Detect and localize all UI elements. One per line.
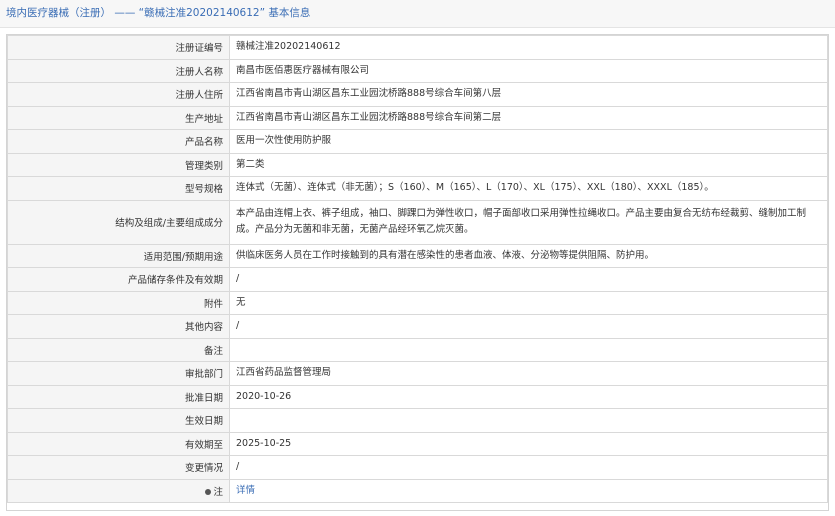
row-value-effective-date (229, 408, 828, 433)
detail-panel: 注册证编号 赣械注准20202140612 注册人名称 南昌市医佰惠医疗器械有限… (6, 34, 829, 511)
table-row: 注 详情 (7, 478, 828, 503)
table-row: 生产地址 江西省南昌市青山湖区昌东工业园沈桥路888号综合车间第二层 (7, 105, 828, 130)
row-label-structure-composition: 结构及组成/主要组成成分 (7, 199, 230, 245)
table-row: 产品名称 医用一次性使用防护服 (7, 129, 828, 154)
row-label-approval-date: 批准日期 (7, 384, 230, 409)
row-label-model-spec: 型号规格 (7, 176, 230, 201)
row-label-registration-number: 注册证编号 (7, 35, 230, 60)
table-row: 型号规格 连体式（无菌）、连体式（非无菌）；S（160）、M（165）、L（17… (7, 176, 828, 201)
row-value-remarks (229, 337, 828, 362)
table-row: 备注 (7, 337, 828, 362)
row-value-product-name: 医用一次性使用防护服 (229, 129, 828, 154)
row-label-product-name: 产品名称 (7, 129, 230, 154)
row-value-storage-validity: / (229, 267, 828, 292)
table-row: 生效日期 (7, 408, 828, 433)
row-label-registrant-name: 注册人名称 (7, 58, 230, 83)
row-label-change-status: 变更情况 (7, 455, 230, 480)
pin-icon (205, 488, 212, 495)
row-value-production-address: 江西省南昌市青山湖区昌东工业园沈桥路888号综合车间第二层 (229, 105, 828, 130)
row-value-registrant-name: 南昌市医佰惠医疗器械有限公司 (229, 58, 828, 83)
row-value-management-category: 第二类 (229, 152, 828, 177)
row-label-intended-use: 适用范围/预期用途 (7, 243, 230, 268)
row-value-intended-use: 供临床医务人员在工作时接触到的具有潜在感染性的患者血液、体液、分泌物等提供阻隔、… (229, 243, 828, 268)
row-value-registrant-address: 江西省南昌市青山湖区昌东工业园沈桥路888号综合车间第八层 (229, 82, 828, 107)
row-value-note: 详情 (229, 478, 828, 503)
row-label-attachment: 附件 (7, 290, 230, 315)
table-row: 审批部门 江西省药品监督管理局 (7, 361, 828, 386)
table-row: 适用范围/预期用途 供临床医务人员在工作时接触到的具有潜在感染性的患者血液、体液… (7, 243, 828, 268)
row-value-model-spec: 连体式（无菌）、连体式（非无菌）；S（160）、M（165）、L（170）、XL… (229, 176, 828, 201)
row-value-approval-department: 江西省药品监督管理局 (229, 361, 828, 386)
row-value-structure-composition: 本产品由连帽上衣、裤子组成，袖口、脚踝口为弹性收口，帽子面部收口采用弹性拉绳收口… (229, 199, 828, 245)
table-row: 管理类别 第二类 (7, 152, 828, 177)
row-label-remarks: 备注 (7, 337, 230, 362)
row-label-production-address: 生产地址 (7, 105, 230, 130)
row-label-other-content: 其他内容 (7, 314, 230, 339)
table-row: 注册人住所 江西省南昌市青山湖区昌东工业园沈桥路888号综合车间第八层 (7, 82, 828, 107)
details-link[interactable]: 详情 (236, 485, 255, 496)
table-row: 附件 无 (7, 290, 828, 315)
row-label-valid-until: 有效期至 (7, 431, 230, 456)
note-label-text: 注 (213, 486, 223, 498)
row-label-management-category: 管理类别 (7, 152, 230, 177)
row-label-storage-validity: 产品储存条件及有效期 (7, 267, 230, 292)
row-label-approval-department: 审批部门 (7, 361, 230, 386)
page-breadcrumb: 境内医疗器械（注册） —— “赣械注准20202140612” 基本信息 (0, 0, 835, 28)
row-value-other-content: / (229, 314, 828, 339)
row-value-approval-date: 2020-10-26 (229, 384, 828, 409)
table-row: 产品储存条件及有效期 / (7, 267, 828, 292)
table-row: 批准日期 2020-10-26 (7, 384, 828, 409)
table-row: 变更情况 / (7, 455, 828, 480)
row-value-registration-number: 赣械注准20202140612 (229, 35, 828, 60)
table-row: 其他内容 / (7, 314, 828, 339)
table-row: 结构及组成/主要组成成分 本产品由连帽上衣、裤子组成，袖口、脚踝口为弹性收口，帽… (7, 199, 828, 245)
table-row: 有效期至 2025-10-25 (7, 431, 828, 456)
row-value-attachment: 无 (229, 290, 828, 315)
row-value-valid-until: 2025-10-25 (229, 431, 828, 456)
info-table: 注册证编号 赣械注准20202140612 注册人名称 南昌市医佰惠医疗器械有限… (7, 35, 828, 503)
row-label-registrant-address: 注册人住所 (7, 82, 230, 107)
row-label-effective-date: 生效日期 (7, 408, 230, 433)
table-row: 注册证编号 赣械注准20202140612 (7, 35, 828, 60)
table-row: 注册人名称 南昌市医佰惠医疗器械有限公司 (7, 58, 828, 83)
row-label-note: 注 (7, 478, 230, 503)
row-value-change-status: / (229, 455, 828, 480)
